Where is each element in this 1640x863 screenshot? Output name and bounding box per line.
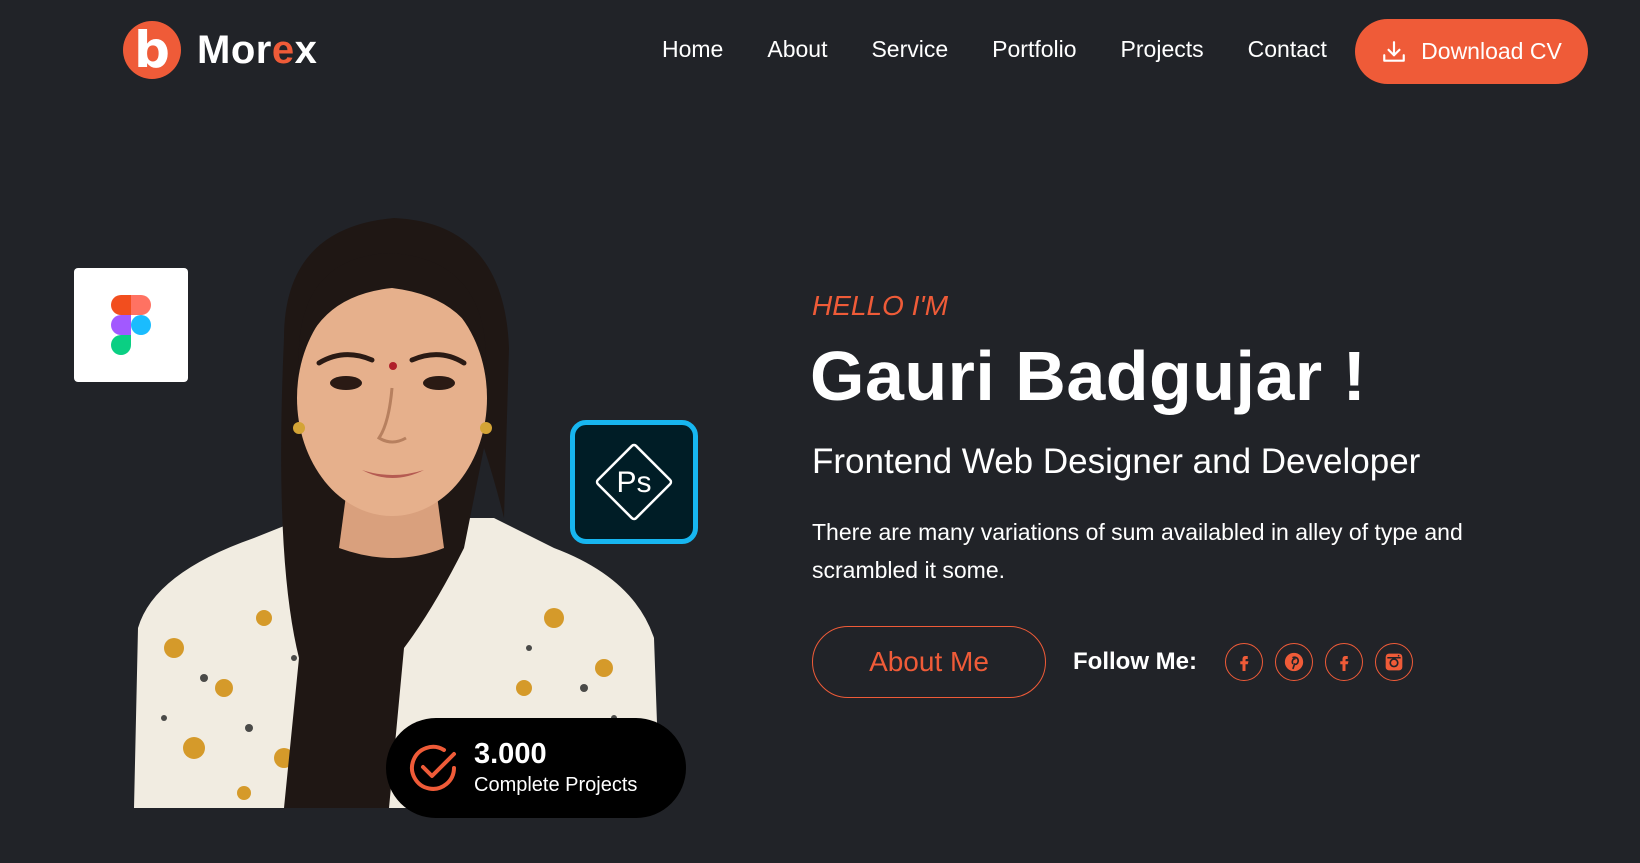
instagram-link[interactable] — [1375, 643, 1413, 681]
photoshop-badge: Ps — [570, 420, 698, 544]
logo-badge: b — [123, 21, 181, 79]
hero-role: Frontend Web Designer and Developer — [812, 442, 1421, 481]
nav-portfolio[interactable]: Portfolio — [992, 36, 1076, 63]
hero-name: Gauri Badgujar ! — [810, 337, 1367, 415]
stats-label: Complete Projects — [474, 774, 638, 797]
brand-name: Morex — [197, 28, 317, 73]
nav-home[interactable]: Home — [662, 36, 723, 63]
facebook-icon — [1240, 656, 1249, 671]
check-circle-icon — [410, 744, 456, 791]
social-links — [1225, 643, 1425, 681]
facebook-link[interactable] — [1225, 643, 1263, 681]
greeting: HELLO I'M — [812, 290, 949, 321]
brand-name-start: Mor — [197, 27, 272, 72]
logo-letter: b — [134, 21, 170, 79]
projects-stat-card: 3.000 Complete Projects — [386, 718, 686, 818]
svg-text:Ps: Ps — [616, 466, 651, 499]
main-nav: Home About Service Portfolio Projects Co… — [662, 36, 1371, 63]
landing-page: b Morex Home About Service Portfolio Pro… — [0, 0, 1640, 863]
instagram-icon — [1385, 653, 1403, 671]
download-cv-button[interactable]: Download CV — [1355, 19, 1588, 84]
download-icon — [1383, 40, 1406, 62]
photoshop-icon: Ps — [595, 443, 673, 521]
facebook-icon — [1340, 656, 1349, 671]
facebook-link-2[interactable] — [1325, 643, 1363, 681]
pinterest-icon — [1284, 652, 1304, 672]
hero-description: There are many variations of sum availab… — [812, 519, 1463, 583]
nav-contact[interactable]: Contact — [1248, 36, 1327, 63]
nav-about[interactable]: About — [767, 36, 827, 63]
nav-projects[interactable]: Projects — [1121, 36, 1204, 63]
stats-value: 3.000 — [474, 737, 547, 770]
follow-label: Follow Me: — [1073, 648, 1197, 675]
download-cv-label: Download CV — [1421, 38, 1562, 64]
brand-name-accent: e — [271, 27, 295, 72]
about-me-button[interactable]: About Me — [812, 626, 1046, 698]
brand-logo[interactable]: b Morex — [123, 21, 317, 79]
brand-name-end: x — [294, 27, 318, 72]
nav-service[interactable]: Service — [871, 36, 948, 63]
pinterest-link[interactable] — [1275, 643, 1313, 681]
stats-text: 3.000 Complete Projects — [474, 737, 638, 798]
